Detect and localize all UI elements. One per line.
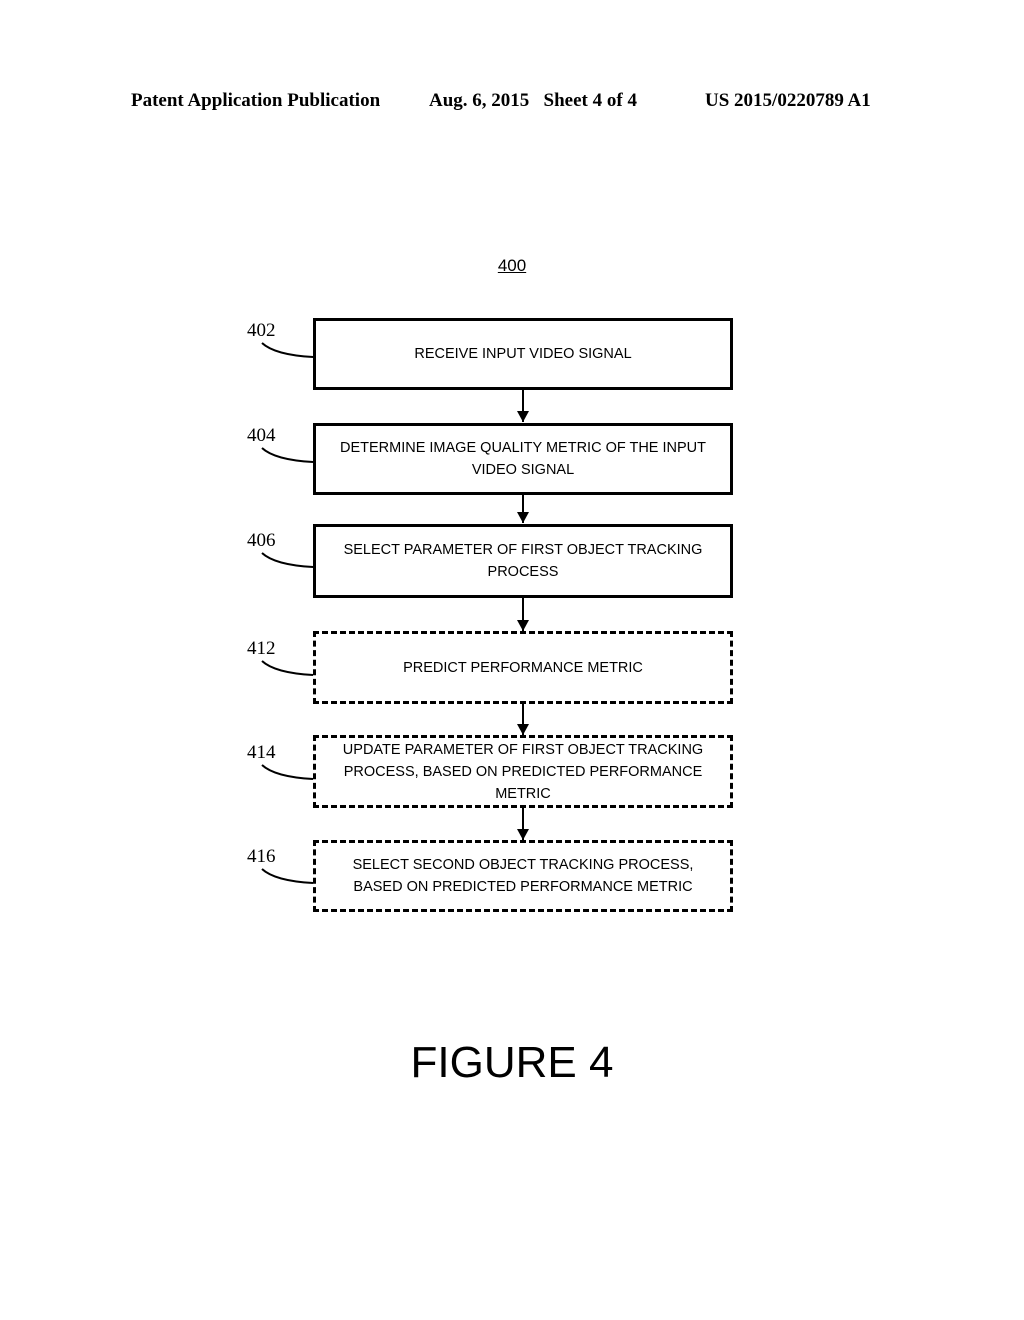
arrowhead-404-406 [517,512,529,523]
step-text: RECEIVE INPUT VIDEO SIGNAL [414,346,632,362]
leader-line-406 [261,552,314,568]
step-text: PREDICT PERFORMANCE METRIC [403,659,643,676]
step-box-predict-performance: PREDICT PERFORMANCE METRIC [313,631,733,704]
arrowhead-412-414 [517,724,529,735]
leader-line-412 [261,660,314,676]
leader-line-416 [261,868,314,884]
step-text: SELECT SECOND OBJECT TRACKING PROCESS, B… [352,857,694,895]
step-box-receive-input: RECEIVE INPUT VIDEO SIGNAL [313,318,733,390]
step-ref-414: 414 [247,742,276,763]
step-ref-412: 412 [247,638,276,659]
step-ref-404: 404 [247,425,276,446]
leader-line-414 [261,764,314,780]
step-ref-406: 406 [247,530,276,551]
step-box-determine-quality: DETERMINE IMAGE QUALITY METRIC OF THE IN… [313,423,733,495]
step-box-update-parameter: UPDATE PARAMETER OF FIRST OBJECT TRACKIN… [313,735,733,808]
step-box-select-second-process: SELECT SECOND OBJECT TRACKING PROCESS, B… [313,840,733,912]
step-text: SELECT PARAMETER OF FIRST OBJECT TRACKIN… [343,542,703,580]
leader-line-404 [261,447,314,463]
step-box-select-parameter: SELECT PARAMETER OF FIRST OBJECT TRACKIN… [313,524,733,598]
figure-title: FIGURE 4 [410,1038,614,1087]
step-text: DETERMINE IMAGE QUALITY METRIC OF THE IN… [339,440,707,478]
step-ref-416: 416 [247,846,276,867]
step-ref-402: 402 [247,320,276,341]
arrowhead-406-412 [517,620,529,631]
arrowhead-414-416 [517,829,529,840]
step-text: UPDATE PARAMETER OF FIRST OBJECT TRACKIN… [342,741,704,802]
arrowhead-402-404 [517,411,529,422]
leader-line-402 [261,342,314,358]
